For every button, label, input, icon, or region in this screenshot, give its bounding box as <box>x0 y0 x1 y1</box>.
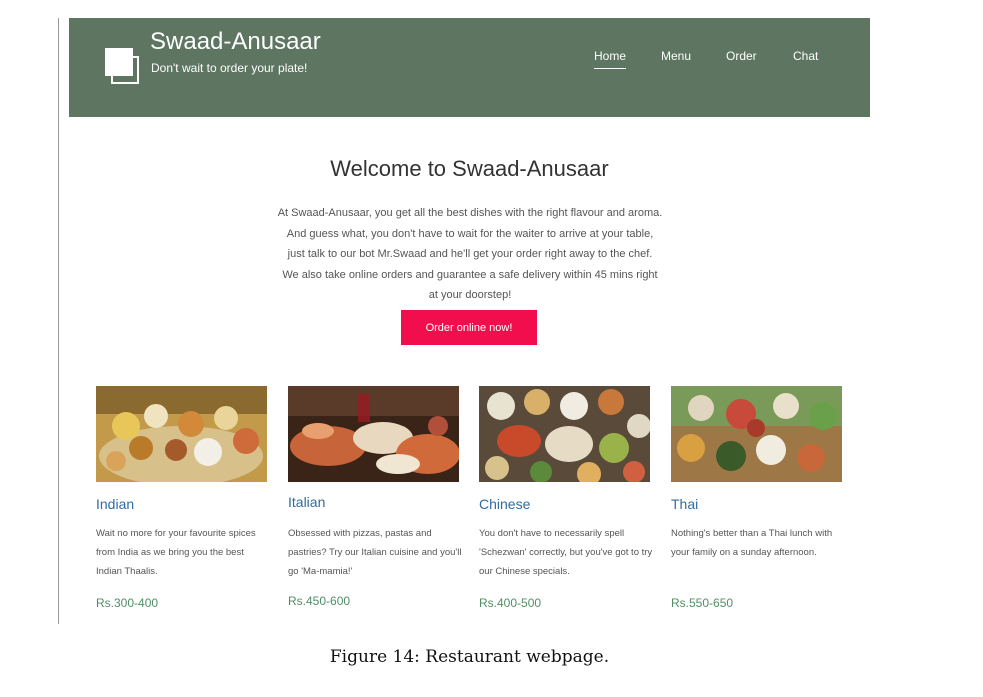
about-line: And guess what, you don't have to wait f… <box>286 227 654 240</box>
about-line: at your doorstep! <box>428 289 512 301</box>
italian-food-image <box>288 386 459 482</box>
card-title[interactable]: Indian <box>96 496 134 512</box>
order-online-button[interactable]: Order online now! <box>401 310 537 345</box>
thai-food-image <box>671 386 842 482</box>
nav-order[interactable]: Order <box>726 49 757 63</box>
card-price: Rs.550-650 <box>671 596 734 610</box>
indian-food-image <box>96 386 267 482</box>
card-price: Rs.400-500 <box>479 596 542 610</box>
card-description: Obsessed with pizzas, pastas and pastrie… <box>288 528 462 577</box>
nav-chat[interactable]: Chat <box>793 49 818 63</box>
card-description: Wait no more for your favourite spices f… <box>96 528 256 577</box>
nav-menu[interactable]: Menu <box>661 49 691 63</box>
nav-home[interactable]: Home <box>594 49 627 69</box>
main-nav: Home Menu Order Chat <box>69 49 870 79</box>
card-price: Rs.300-400 <box>96 596 159 610</box>
about-line: just talk to our bot Mr.Swaad and he'll … <box>287 248 653 260</box>
card-title[interactable]: Italian <box>288 494 325 510</box>
left-border-rule <box>58 18 59 624</box>
about-text: At Swaad-Anusaar, you get all the best d… <box>240 203 700 306</box>
card-description: Nothing's better than a Thai lunch with … <box>671 528 833 558</box>
about-line: At Swaad-Anusaar, you get all the best d… <box>277 207 663 219</box>
card-title[interactable]: Chinese <box>479 496 530 512</box>
card-description: You don't have to necessarily spell 'Sch… <box>479 528 653 577</box>
figure-caption: Figure 14: Restaurant webpage. <box>329 647 610 667</box>
chinese-food-image <box>479 386 650 482</box>
card-price: Rs.450-600 <box>288 594 351 608</box>
about-line: We also take online orders and guarantee… <box>282 268 658 281</box>
welcome-heading: Welcome to Swaad-Anusaar <box>330 156 609 181</box>
card-title[interactable]: Thai <box>671 496 698 512</box>
site-header: Swaad-Anusaar Don't wait to order your p… <box>69 18 870 117</box>
